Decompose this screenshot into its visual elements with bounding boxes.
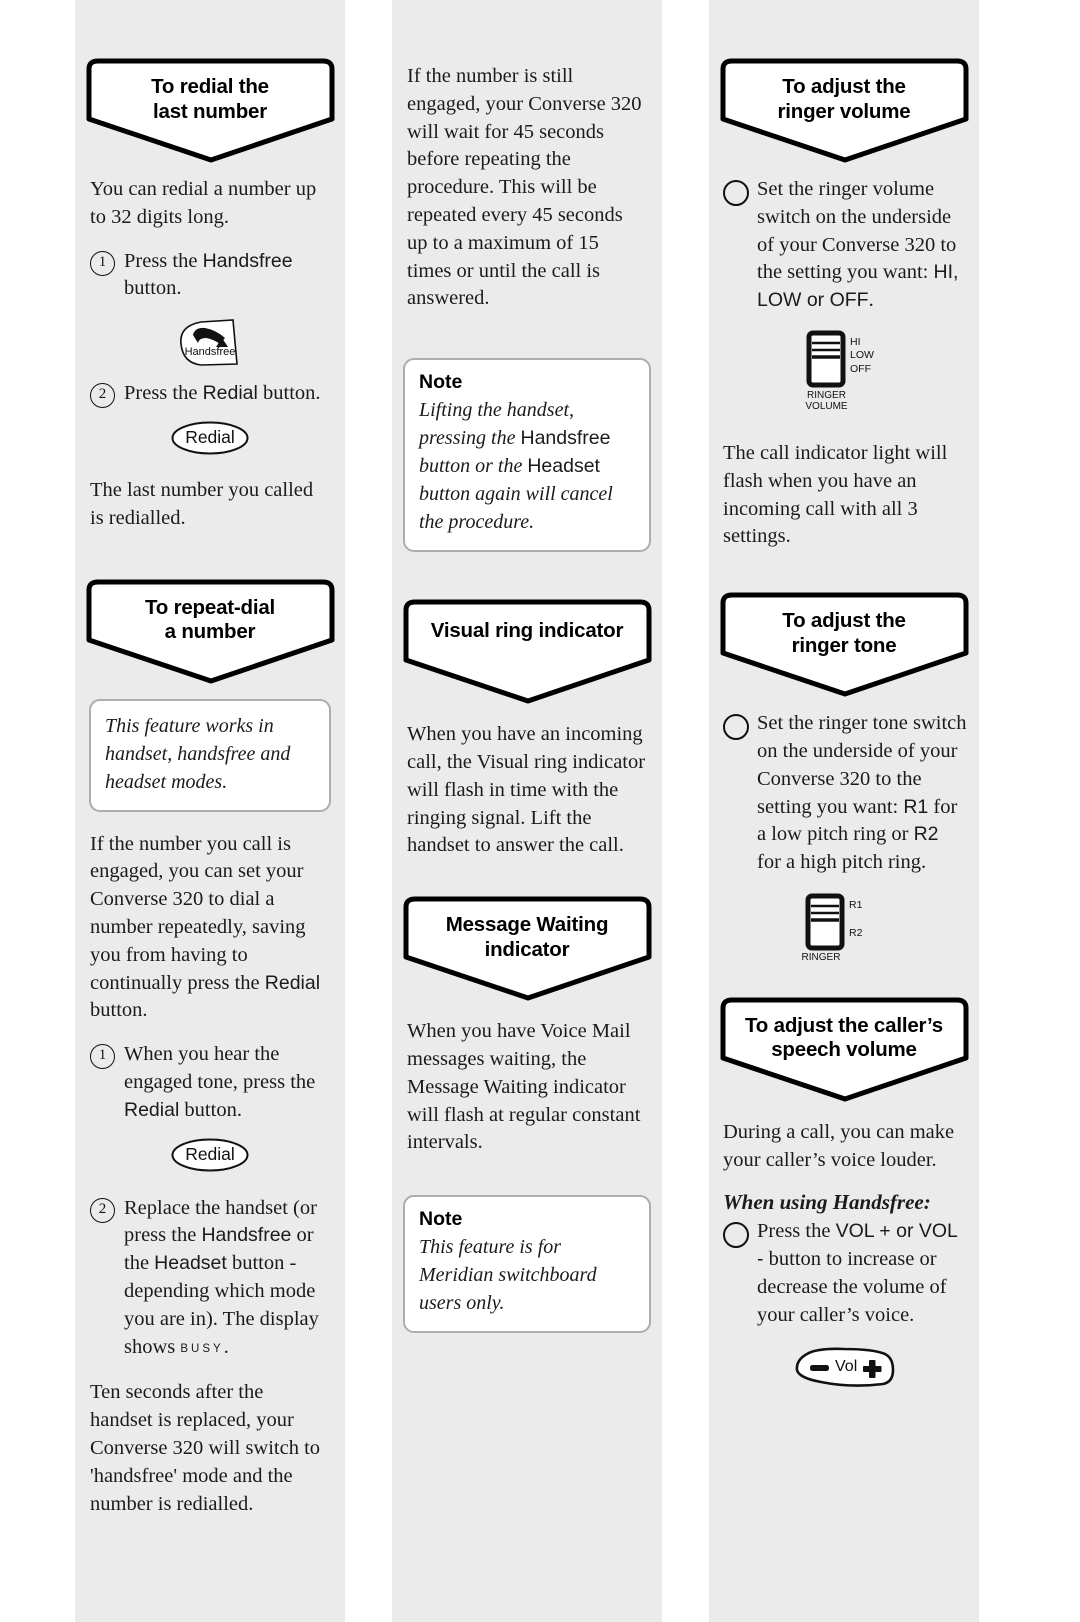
step-text: Set the ringer tone switch on the unders… [757,712,967,874]
note-box-feature-modes: This feature works in handset, handsfree… [89,698,331,812]
note-box-cancel-procedure: Note Lifting the handset, pressing the H… [403,358,651,553]
note-text: Lifting the handset, pressing the Handsf… [419,399,613,534]
handsfree-icon-label: Handsfree [184,346,236,359]
redial-icon-label: Redial [185,1144,235,1165]
paragraph-during-a-call: During a call, you can make your caller’… [723,1120,955,1171]
bullet-circle-icon [723,714,749,741]
banner-text: Visual ring indicator [430,619,624,643]
redial-icon-label: Redial [185,427,235,448]
step-text: When you hear the engaged tone, press th… [124,1043,316,1121]
step-text: Set the ringer volume switch on the unde… [757,178,959,312]
paragraph-visual-ring: When you have an incoming call, the Visu… [407,723,646,857]
banner-to-repeat-dial-a-number: To repeat-dial a number [83,578,338,685]
step-number: 1 [90,250,115,276]
bullet-circle-icon [723,1222,749,1249]
column-middle-content: If the number is still engaged, your Con… [392,0,662,1622]
switch-label-hi: HI [850,335,861,348]
paragraph-ten-seconds: Ten seconds after the handset is replace… [90,1381,321,1515]
banner-to-adjust-the-ringer-volume: To adjust the ringer volume [717,57,972,164]
step-press-vol-buttons: Press the VOL + or VOL - button to incre… [723,1218,967,1329]
paragraph-call-indicator: The call indicator light will flash when… [723,441,948,548]
banner-text: To redial the last number [151,75,269,123]
banner-to-redial-the-last-number: To redial the last number [83,57,338,164]
step-text: Press the VOL + or VOL - button to incre… [757,1220,958,1326]
paragraph-repeat-dial-info: If the number you call is engaged, you c… [90,832,321,1022]
bullet-circle-icon [723,180,749,206]
banner-text: Message Waiting indicator [445,913,609,961]
banner-text: To adjust the caller’s speech volume [745,1013,943,1062]
paragraph-engaged-wait: If the number is still engaged, your Con… [407,65,642,310]
lcd-display-text: BUSY [180,1342,224,1355]
step-set-ringer-tone: Set the ringer tone switch on the unders… [723,710,967,877]
step-2-replace-handset: 2 Replace the handset (or press the Hand… [90,1195,330,1364]
switch-label-r2: R2 [849,926,863,939]
switch-label-low: LOW [850,349,874,362]
note-text: This feature works in handset, handsfree… [105,714,291,793]
banner-text: To adjust the ringer volume [777,75,911,123]
paragraph-redial-digits: You can redial a number up to 32 digits … [90,178,317,228]
step-2-press-redial: 2 Press the Redial button. [90,380,330,409]
handsfree-button-icon[interactable]: Handsfree [75,317,345,372]
switch-caption-line1: RINGER [807,389,846,401]
switch-label-r1: R1 [849,898,863,911]
note-heading: Note [419,371,463,394]
banner-message-waiting-indicator: Message Waiting indicator [400,895,655,1002]
note-heading: Note [419,1208,463,1231]
column-left-content: To redial the last number You can redial … [75,0,345,1622]
step-text: Press the Redial button. [124,382,321,405]
column-right-content: To adjust the ringer volume Set the ringe… [709,0,979,1622]
step-number: 1 [90,1044,115,1070]
heading-when-using-handsfree: When using Handsfree: [723,1189,931,1214]
step-1-press-handsfree: 1 Press the Handsfree button. [90,248,330,304]
ringer-volume-switch-icon[interactable]: HI LOW OFF RINGER VOLUME [709,330,979,420]
redial-button-icon[interactable]: Redial [75,420,345,461]
banner-to-adjust-callers-speech-volume: To adjust the caller’s speech volume [717,996,972,1103]
paragraph-last-number-redialled: The last number you called is redialled. [90,478,314,529]
switch-caption-ringer: RINGER [801,951,841,963]
step-1-engaged-tone: 1 When you hear the engaged tone, press … [90,1041,330,1124]
step-number: 2 [90,1197,115,1223]
banner-to-adjust-the-ringer-tone: To adjust the ringer tone [717,591,972,698]
step-text: Press the Handsfree button. [124,249,293,300]
switch-label-off: OFF [850,362,871,375]
redial-button-icon[interactable]: Redial [75,1137,345,1178]
paragraph-voice-mail: When you have Voice Mail messages waitin… [407,1020,641,1154]
volume-rocker-button-icon[interactable]: Vol [709,1346,979,1395]
step-text: Replace the handset (or press the Handsf… [124,1196,319,1358]
step-number: 2 [90,383,115,409]
manual-page: To redial the last number You can redial … [0,0,1080,1622]
step-set-ringer-volume: Set the ringer volume switch on the unde… [723,176,967,315]
volume-icon-label: Vol [835,1357,858,1375]
banner-visual-ring-indicator: Visual ring indicator [400,598,655,705]
note-box-meridian: Note This feature is for Meridian switch… [403,1195,651,1334]
switch-caption-line2: VOLUME [805,401,848,413]
note-text: This feature is for Meridian switchboard… [419,1236,597,1315]
banner-text: To repeat-dial a number [144,595,276,644]
ringer-tone-switch-icon[interactable]: R1 R2 RINGER [709,893,979,970]
banner-text: To adjust the ringer tone [782,609,906,657]
